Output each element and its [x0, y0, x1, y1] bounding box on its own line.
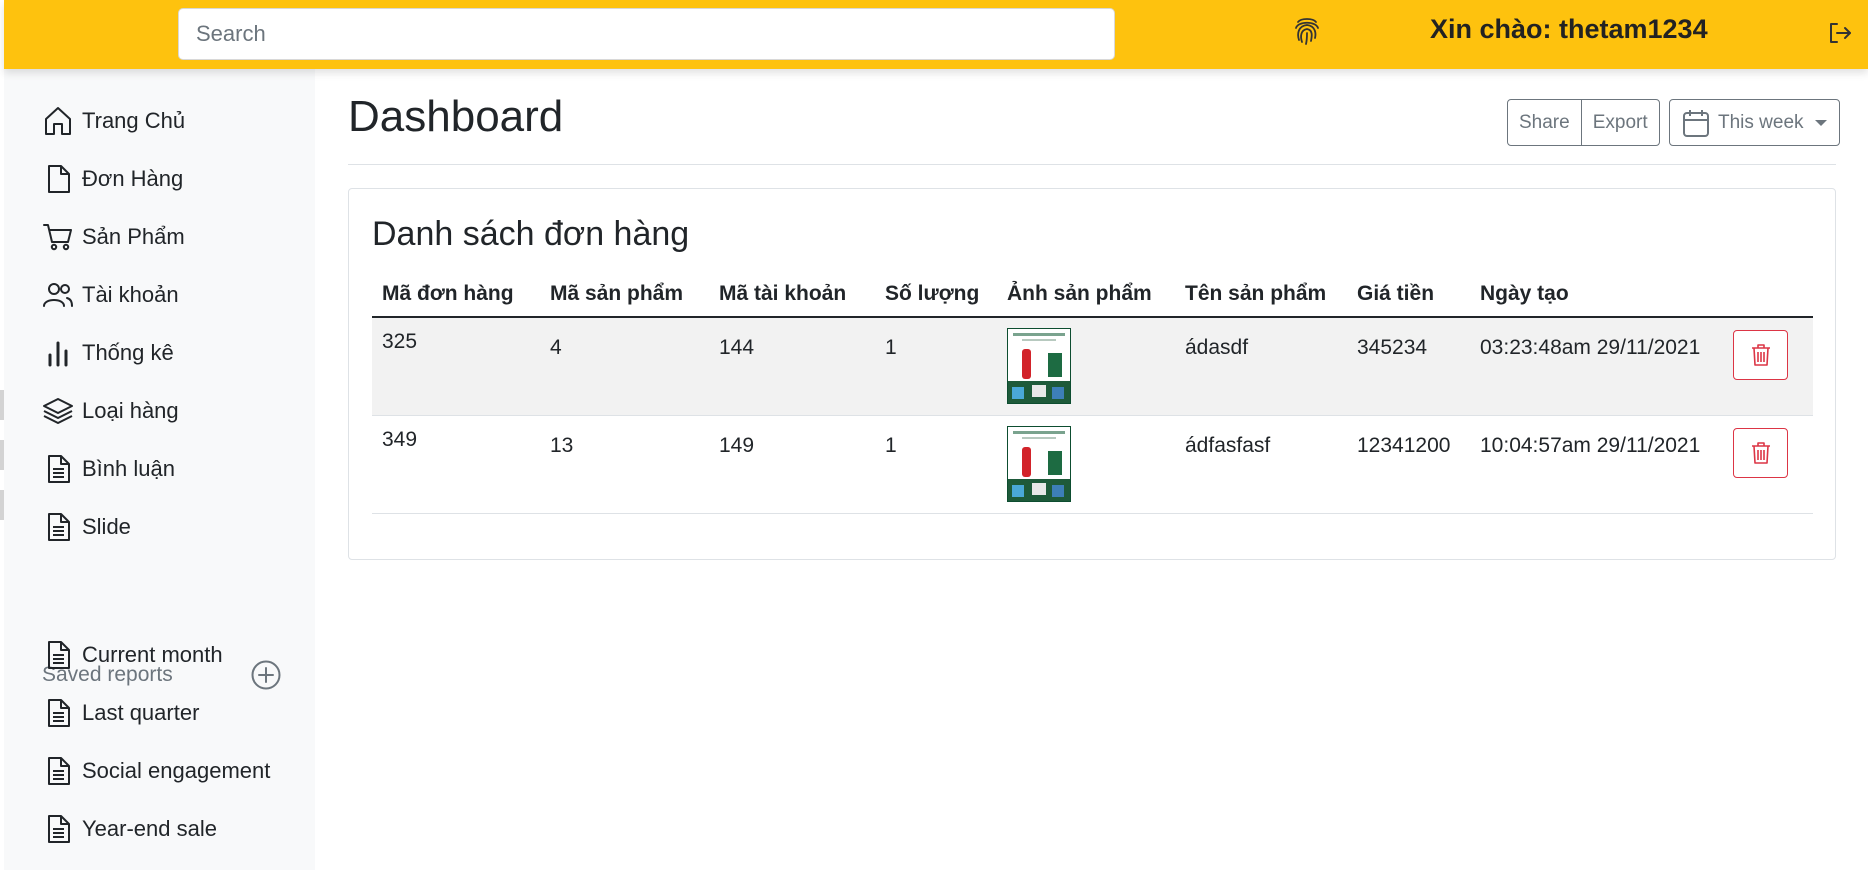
product-image: [1007, 328, 1071, 404]
period-label: This week: [1718, 111, 1804, 133]
user-greeting: Xin chào: thetam1234: [1430, 14, 1708, 44]
sidebar-item-label: Year-end sale: [82, 816, 217, 841]
product-name: ádasdf: [1175, 317, 1347, 416]
delete-button[interactable]: [1733, 330, 1788, 380]
sidebar-item-current-month[interactable]: Current month: [42, 635, 223, 675]
sidebar-item-label: Loại hàng: [82, 398, 179, 423]
actions-cell: [1723, 317, 1813, 416]
sidebar-item-social-engagement[interactable]: Social engagement: [42, 751, 270, 791]
plus-circle-icon[interactable]: [250, 659, 282, 691]
sidebar-item-label: Sản Phẩm: [82, 224, 185, 249]
product-name: ádfasfasf: [1175, 415, 1347, 514]
price: 345234: [1347, 317, 1470, 416]
cart-icon: [43, 224, 72, 251]
sidebar: Trang Chủ Đơn Hàng Sản Phẩm Tài khoản Th…: [4, 69, 315, 870]
period-dropdown[interactable]: This week: [1669, 99, 1840, 146]
product-image-cell: [997, 415, 1175, 514]
file-text-icon: [48, 641, 70, 669]
sidebar-item-year-end-sale[interactable]: Year-end sale: [42, 809, 217, 849]
file-text-icon: [48, 815, 70, 843]
orders-card: Danh sách đơn hàng Mã đơn hàng Mã sản ph…: [348, 188, 1836, 560]
chevron-down-icon: [1814, 119, 1827, 126]
layers-icon: [43, 398, 73, 424]
trash-icon: [1751, 344, 1770, 366]
sidebar-item-label: Đơn Hàng: [82, 166, 184, 191]
sidebar-item-san-pham[interactable]: Sản Phẩm: [42, 217, 185, 257]
file-text-icon: [48, 513, 70, 541]
sidebar-item-trang-chu[interactable]: Trang Chủ: [42, 101, 185, 141]
account-id: 144: [709, 317, 875, 416]
export-button[interactable]: Export: [1580, 99, 1660, 146]
table-row: 325 4 144 1 ádasdf 345234 03:23:48am 29/…: [372, 317, 1813, 416]
created-date: 03:23:48am 29/11/2021: [1470, 317, 1723, 416]
sidebar-item-don-hang[interactable]: Đơn Hàng: [42, 159, 183, 199]
fingerprint-icon: [1295, 18, 1319, 45]
calendar-icon: [1683, 109, 1709, 137]
house-icon: [45, 107, 71, 135]
order-id: 325: [372, 317, 540, 416]
column-header: Ngày tạo: [1470, 271, 1723, 318]
page-title: Dashboard: [348, 92, 564, 141]
product-image-cell: [997, 317, 1175, 416]
logout-icon[interactable]: [1827, 20, 1853, 46]
order-id: 349: [372, 415, 540, 514]
column-header: Mã đơn hàng: [372, 271, 540, 318]
sidebar-item-label: Current month: [82, 642, 223, 667]
sidebar-item-tai-khoan[interactable]: Tài khoản: [42, 275, 179, 315]
table-header-row: Mã đơn hàng Mã sản phẩm Mã tài khoản Số …: [372, 271, 1813, 318]
sidebar-item-last-quarter[interactable]: Last quarter: [42, 693, 199, 733]
product-image: [1007, 425, 1071, 502]
file-text-icon: [48, 699, 70, 727]
file-icon: [48, 165, 70, 193]
actions-cell: [1723, 415, 1813, 514]
sidebar-item-loai-hang[interactable]: Loại hàng: [42, 391, 179, 431]
table-row: 349 13 149 1 ádfasfasf 12341200 10:04:57…: [372, 415, 1813, 514]
share-button[interactable]: Share: [1507, 99, 1582, 146]
trash-icon: [1751, 441, 1770, 464]
column-header: Tên sản phẩm: [1175, 271, 1347, 318]
quantity: 1: [875, 317, 997, 416]
sidebar-item-slide[interactable]: Slide: [42, 507, 131, 547]
column-header: Ảnh sản phẩm: [997, 271, 1175, 318]
account-id: 149: [709, 415, 875, 514]
sidebar-item-label: Trang Chủ: [82, 108, 186, 133]
price: 12341200: [1347, 415, 1470, 514]
column-header: Mã tài khoản: [709, 271, 875, 318]
sidebar-item-thong-ke[interactable]: Thống kê: [42, 333, 174, 373]
top-bar: Xin chào: thetam1234: [4, 0, 1868, 69]
sidebar-item-label: Thống kê: [82, 340, 174, 365]
column-header-actions: [1723, 271, 1813, 318]
file-text-icon: [48, 757, 70, 785]
product-id: 4: [540, 317, 709, 416]
sidebar-item-label: Bình luận: [82, 456, 175, 481]
orders-table: Mã đơn hàng Mã sản phẩm Mã tài khoản Số …: [372, 271, 1813, 514]
column-header: Số lượng: [875, 271, 997, 318]
column-header: Giá tiền: [1347, 271, 1470, 318]
people-icon: [43, 283, 73, 307]
sidebar-item-label: Social engagement: [82, 758, 271, 783]
share-export-group: Share Export: [1507, 99, 1660, 146]
product-id: 13: [540, 415, 709, 514]
created-date: 10:04:57am 29/11/2021: [1470, 415, 1723, 514]
bar-chart-icon: [48, 341, 68, 367]
sidebar-item-label: Tài khoản: [82, 282, 179, 307]
header-divider: [348, 164, 1836, 165]
sidebar-item-label: Last quarter: [82, 700, 200, 725]
file-text-icon: [48, 455, 70, 483]
column-header: Mã sản phẩm: [540, 271, 709, 318]
card-title: Danh sách đơn hàng: [372, 215, 690, 253]
sidebar-item-binh-luan[interactable]: Bình luận: [42, 449, 175, 489]
quantity: 1: [875, 415, 997, 514]
delete-button[interactable]: [1733, 427, 1788, 478]
sidebar-item-label: Slide: [82, 514, 131, 539]
search-input[interactable]: [178, 8, 1115, 60]
